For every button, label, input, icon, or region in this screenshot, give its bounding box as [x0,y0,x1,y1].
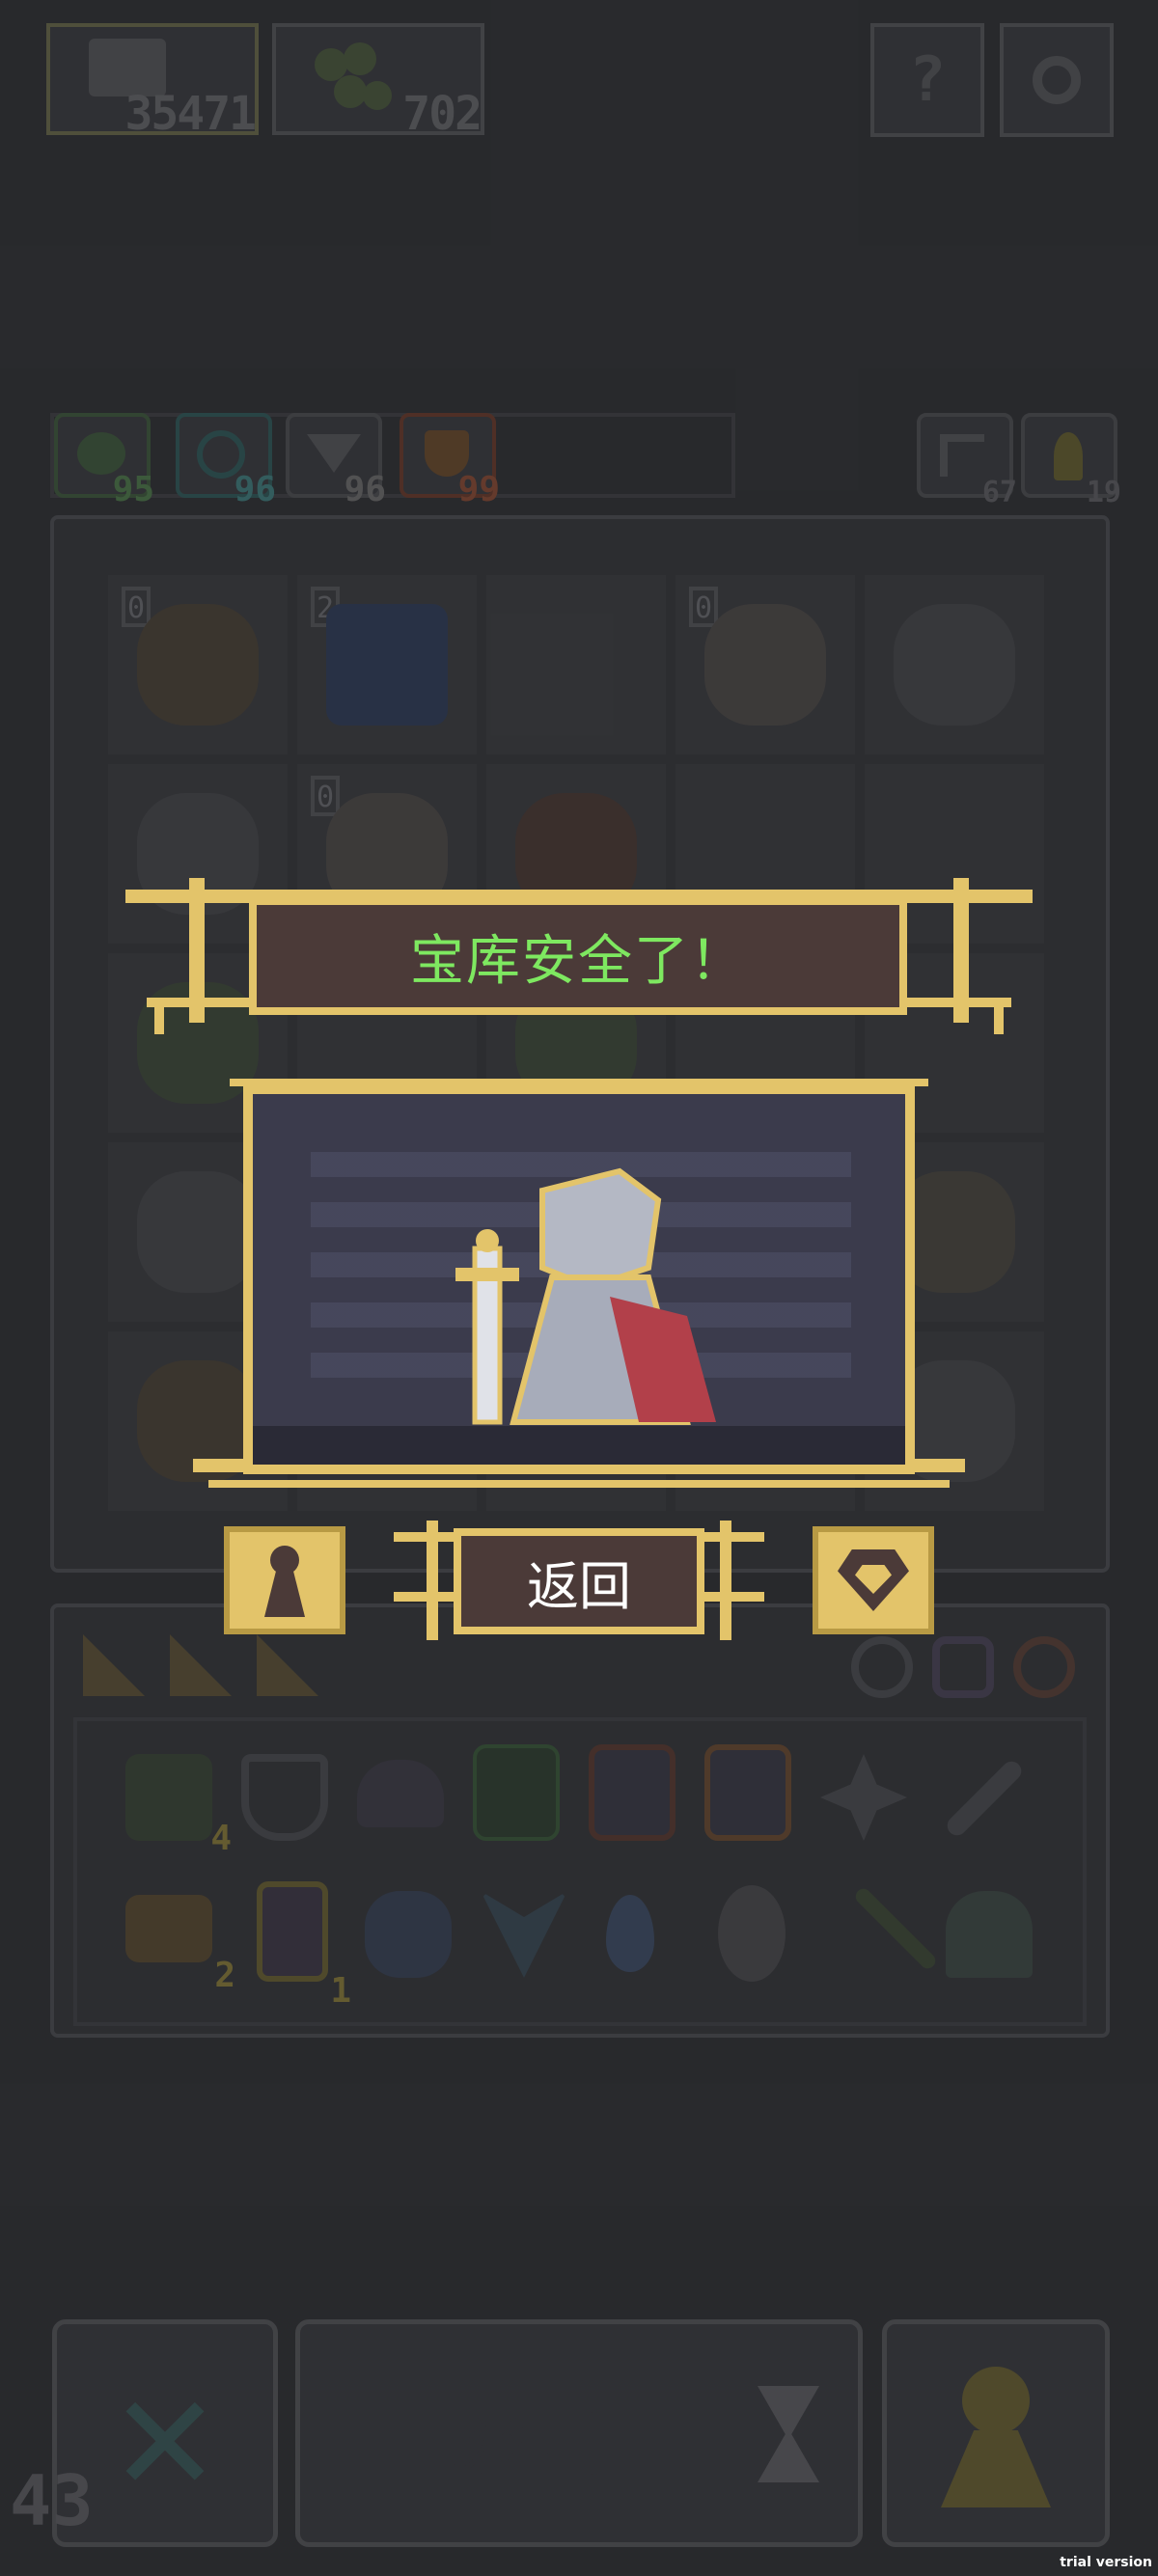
banner-post-left [189,878,205,1023]
scene-base-lower [208,1480,950,1488]
floor [253,1426,905,1465]
vault-scene [243,1084,915,1474]
back-label: 返回 [527,1555,631,1617]
banner-post-right [953,878,969,1023]
popup-title: 宝库安全了！ [410,929,746,993]
rail-post-right [720,1521,731,1640]
back-button[interactable]: 返回 [454,1528,704,1634]
banner-hook-right [994,1000,1004,1034]
watermark: trial version [1060,2555,1152,2570]
knight-icon [455,1167,716,1425]
rail-post-left [427,1521,438,1640]
gem-reward-button[interactable] [813,1526,934,1634]
banner-hook-left [154,1000,164,1034]
keyhole-button[interactable] [224,1526,345,1634]
popup-title-banner: 宝库安全了！ [249,897,907,1015]
keyhole-slot [264,1569,305,1617]
